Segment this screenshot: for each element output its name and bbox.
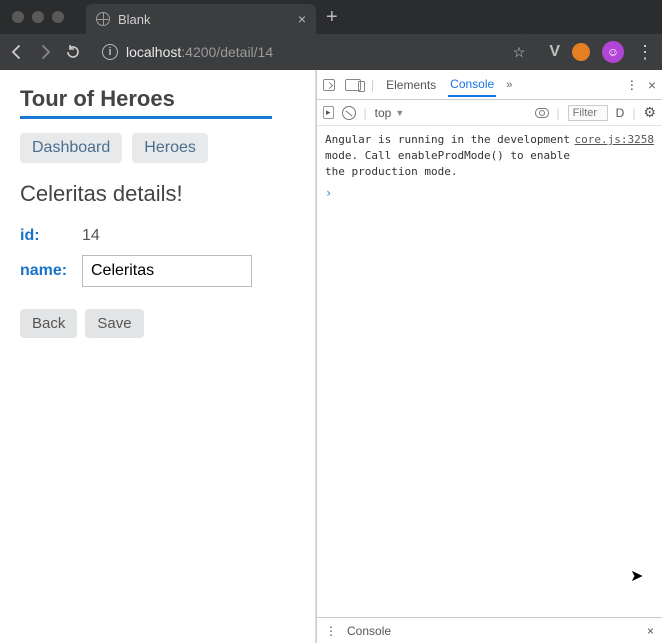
id-label: id: [20,227,72,245]
context-selector[interactable]: top ▼ [375,106,405,120]
tab-console[interactable]: Console [448,73,496,97]
console-log-entry: Angular is running in the development mo… [317,126,662,186]
log-source-link[interactable]: core.js:3258 [575,132,654,180]
live-expression-icon[interactable] [535,108,549,118]
context-label: top [375,106,392,120]
drawer-console-label[interactable]: Console [347,624,391,638]
extension-v-icon[interactable]: V [549,43,560,61]
details-heading: Celeritas details! [20,181,295,207]
new-tab-button[interactable]: + [316,6,348,29]
save-button[interactable]: Save [85,309,143,338]
url-host: localhost [126,44,181,60]
clear-console-icon[interactable] [342,106,356,120]
tab-elements[interactable]: Elements [384,74,438,96]
bookmark-star-icon[interactable]: ☆ [513,44,526,61]
filter-input[interactable] [568,105,608,121]
reload-icon[interactable] [64,43,82,61]
name-input[interactable] [82,255,252,287]
address-bar[interactable]: i localhost:4200/detail/14 ☆ [92,38,535,66]
drawer-menu-icon[interactable]: ⋮ [325,624,337,638]
nav-heroes[interactable]: Heroes [132,133,208,163]
traffic-light-max[interactable] [52,11,64,23]
site-info-icon[interactable]: i [102,44,118,60]
title-underline [20,116,272,119]
console-prompt[interactable]: › [317,186,662,200]
titlebar: Blank × + [0,0,662,34]
back-button[interactable]: Back [20,309,77,338]
profile-avatar-icon[interactable]: ☺ [602,41,624,63]
chevron-down-icon: ▼ [395,108,404,118]
globe-icon [96,12,110,26]
toolbar: i localhost:4200/detail/14 ☆ V ☺ ⋮ [0,34,662,70]
drawer-close-icon[interactable]: × [647,624,654,638]
page-title: Tour of Heroes [20,86,295,112]
browser-tab[interactable]: Blank × [86,4,316,34]
tabs-overflow-icon[interactable]: » [506,79,512,91]
device-toggle-icon[interactable] [345,79,361,91]
devtools-close-icon[interactable]: × [648,77,656,93]
app-viewport: Tour of Heroes Dashboard Heroes Celerita… [0,70,316,643]
nav-dashboard[interactable]: Dashboard [20,133,122,163]
console-sidebar-toggle-icon[interactable]: ▸ [323,106,334,119]
devtools-panel: | Elements Console » ⋮ × ▸ | top ▼ | D [316,70,662,643]
log-levels[interactable]: D [616,106,625,120]
log-message: Angular is running in the development mo… [325,132,571,180]
nav-forward-icon[interactable] [36,43,54,61]
id-value: 14 [82,227,100,245]
extension-orange-icon[interactable] [572,43,590,61]
nav-back-icon[interactable] [8,43,26,61]
traffic-light-close[interactable] [12,11,24,23]
tab-close-icon[interactable]: × [298,11,306,27]
browser-menu-icon[interactable]: ⋮ [636,42,654,63]
inspect-element-icon[interactable] [323,79,335,91]
url-path: :4200/detail/14 [181,44,273,60]
devtools-menu-icon[interactable]: ⋮ [626,78,638,92]
name-label: name: [20,262,72,280]
tab-title: Blank [118,12,151,27]
traffic-light-min[interactable] [32,11,44,23]
console-settings-icon[interactable]: ⚙ [643,104,656,121]
